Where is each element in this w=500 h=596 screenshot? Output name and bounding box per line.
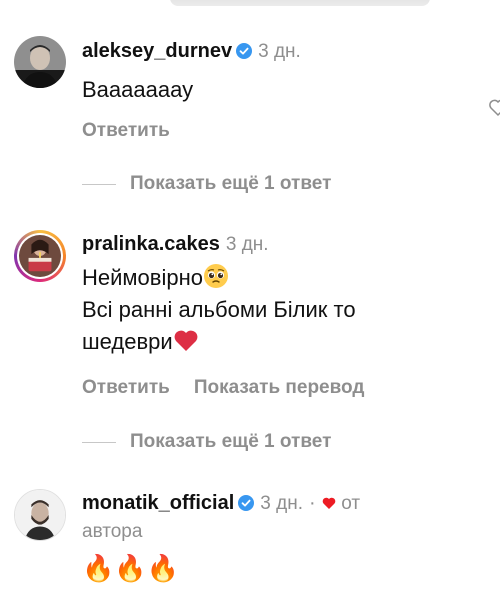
red-heart-emoji-icon bbox=[174, 330, 198, 351]
liked-by-author-label: от bbox=[341, 493, 361, 514]
reply-button[interactable]: Ответить bbox=[82, 120, 170, 141]
comment-text-line: шедеври bbox=[82, 329, 173, 354]
separator-dot: · bbox=[308, 492, 316, 514]
comment-header: aleksey_durnev 3 дн. bbox=[82, 38, 301, 65]
avatar-story-ring[interactable] bbox=[14, 230, 66, 282]
username[interactable]: aleksey_durnev bbox=[82, 40, 232, 62]
pleading-face-emoji-icon bbox=[203, 264, 228, 288]
verified-badge-icon bbox=[238, 495, 255, 511]
show-more-replies-label[interactable]: Показать ещё 1 ответ bbox=[130, 173, 331, 195]
heart-like-icon[interactable] bbox=[488, 98, 500, 118]
avatar[interactable] bbox=[14, 36, 66, 88]
avatar-photo bbox=[14, 36, 66, 88]
show-more-replies[interactable]: Показать ещё 1 ответ bbox=[82, 429, 331, 455]
avatar[interactable] bbox=[14, 489, 66, 541]
comment-time: 3 дн. bbox=[225, 234, 269, 255]
divider-line bbox=[82, 441, 116, 443]
creator-heart-icon bbox=[322, 497, 335, 509]
comment-header: monatik_official 3 дн. · от bbox=[82, 490, 360, 517]
divider-line bbox=[82, 183, 116, 185]
liked-by-author-label-cont: автора bbox=[82, 521, 143, 542]
comment-time: 3 дн. bbox=[260, 493, 303, 514]
show-translation-button[interactable]: Показать перевод bbox=[194, 377, 365, 398]
username[interactable]: monatik_official bbox=[82, 492, 234, 514]
comment-text-line: Неймовірно bbox=[82, 265, 203, 290]
comment-text-line: Всі ранні альбоми Білик то bbox=[82, 297, 356, 322]
comment-header-wrap: автора bbox=[82, 518, 142, 545]
comment-actions: Ответить Показать перевод bbox=[82, 377, 388, 399]
avatar-photo bbox=[19, 235, 61, 277]
comment-text: 🔥🔥🔥 bbox=[82, 553, 180, 583]
comment-text: Неймовірно Всі ранні альбоми Білик то ше… bbox=[82, 262, 356, 358]
reply-button[interactable]: Ответить bbox=[82, 377, 170, 398]
comment-time: 3 дн. bbox=[258, 41, 301, 62]
comment-text: Вааааааау bbox=[82, 77, 194, 102]
previous-content-fragment bbox=[170, 0, 430, 6]
comment-header: pralinka.cakes 3 дн. bbox=[82, 231, 269, 258]
comment-actions: Ответить bbox=[82, 120, 194, 142]
username[interactable]: pralinka.cakes bbox=[82, 233, 220, 255]
avatar-inner bbox=[17, 233, 63, 279]
show-more-replies[interactable]: Показать ещё 1 ответ bbox=[82, 171, 331, 197]
verified-badge-icon bbox=[236, 43, 253, 59]
avatar-photo bbox=[15, 490, 65, 540]
show-more-replies-label[interactable]: Показать ещё 1 ответ bbox=[130, 431, 331, 453]
